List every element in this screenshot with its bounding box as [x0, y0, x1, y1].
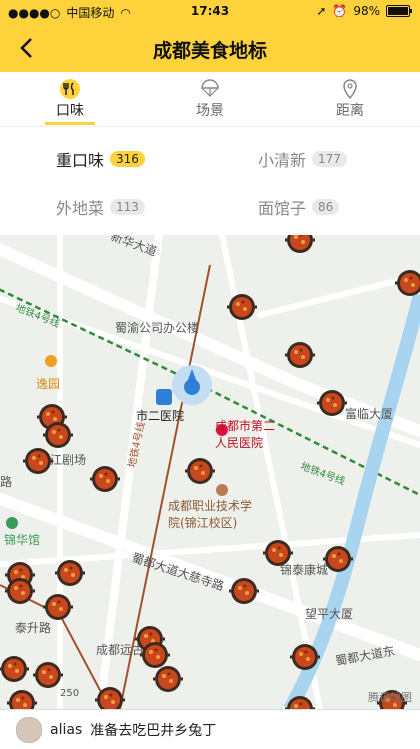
hotpot-marker-icon[interactable]	[323, 544, 353, 574]
tab-distance-label: 距离	[336, 103, 364, 119]
category-count: 177	[312, 151, 347, 167]
activity-user: alias	[50, 721, 83, 738]
hotpot-marker-icon[interactable]	[285, 694, 315, 709]
location-arrow-icon: ➚	[316, 4, 327, 18]
hotpot-marker-icon[interactable]	[23, 446, 53, 476]
hotpot-marker-icon[interactable]	[285, 340, 315, 370]
category-label: 外地菜	[56, 199, 105, 218]
hotpot-marker-icon[interactable]	[7, 688, 37, 709]
hotpot-marker-icon[interactable]	[229, 576, 259, 606]
map-label-poi: 成都市第二人民医院	[215, 419, 276, 450]
map-label-poi: 成都职业技术学院(锦江校区)	[168, 499, 253, 530]
utensils-icon	[0, 78, 140, 100]
category-outside-cuisine[interactable]: 外地菜 113	[56, 195, 145, 219]
category-fresh[interactable]: 小清新 177	[258, 147, 347, 171]
hotpot-marker-icon[interactable]	[43, 592, 73, 622]
location-pin-icon	[280, 78, 420, 100]
hotpot-marker-icon[interactable]	[0, 654, 29, 684]
hotpot-marker-icon[interactable]	[290, 642, 320, 672]
hotpot-marker-icon[interactable]	[95, 685, 125, 709]
tab-scene[interactable]: 场景	[140, 78, 280, 120]
hotpot-marker-icon[interactable]	[153, 664, 183, 694]
map-label-poi: 江剧场	[50, 453, 87, 467]
battery-fill	[388, 7, 408, 15]
tab-taste[interactable]: 口味	[0, 78, 140, 120]
alarm-icon: ⏰	[332, 4, 348, 18]
category-count: 113	[110, 199, 145, 215]
activity-bar[interactable]: alias 准备去吃巴井乡兔丁	[0, 709, 420, 749]
map-label-poi: 逸园	[36, 377, 61, 391]
battery-text: 98%	[353, 4, 380, 18]
activity-text: 准备去吃巴井乡兔丁	[90, 722, 217, 739]
hotpot-marker-icon[interactable]	[317, 388, 347, 418]
tab-underline	[45, 122, 95, 125]
status-bar: ●●●●○ 中国移动 ◠ 17:43 ➚ ⏰ 98%	[0, 0, 420, 24]
battery-icon	[386, 5, 412, 17]
category-panel: 重口味 316 小清新 177 外地菜 113 面馆子 86	[0, 127, 420, 235]
hotpot-marker-icon[interactable]	[55, 558, 85, 588]
hotpot-marker-icon[interactable]	[33, 660, 63, 690]
hotpot-marker-icon[interactable]	[395, 268, 420, 298]
map-scale: 250	[60, 688, 80, 699]
status-right: ➚ ⏰ 98%	[316, 4, 412, 18]
tab-taste-label: 口味	[56, 103, 84, 119]
hotpot-marker-icon[interactable]	[285, 235, 315, 255]
category-label: 重口味	[56, 151, 105, 170]
map-label-poi: 富临大厦	[345, 407, 394, 421]
nav-bar: 成都美食地标	[0, 24, 420, 72]
hotpot-marker-icon[interactable]	[227, 292, 257, 322]
avatar	[16, 716, 42, 743]
map-label-poi: 锦华馆	[4, 533, 41, 547]
hotpot-marker-icon[interactable]	[90, 464, 120, 494]
map-credit: 腾讯地图	[368, 691, 412, 704]
page-title: 成都美食地标	[152, 40, 267, 62]
hotpot-marker-icon[interactable]	[5, 576, 35, 606]
parachute-icon	[140, 78, 280, 100]
hotpot-marker-icon[interactable]	[263, 538, 293, 568]
hotpot-marker-icon[interactable]	[185, 456, 215, 486]
map-label-poi: 市二医院	[136, 409, 185, 423]
tab-distance[interactable]: 距离	[280, 78, 420, 120]
category-count: 316	[110, 151, 145, 167]
category-label: 面馆子	[258, 199, 307, 218]
tab-scene-label: 场景	[196, 103, 224, 119]
category-label: 小清新	[258, 151, 307, 170]
category-count: 86	[312, 199, 340, 215]
category-noodle-shop[interactable]: 面馆子 86	[258, 195, 340, 219]
map-label-road: 路	[0, 475, 13, 489]
tab-bar: 口味 场景 距离	[0, 72, 420, 127]
map-label-poi: 望平大厦	[305, 607, 354, 621]
category-heavy-taste[interactable]: 重口味 316	[56, 147, 145, 171]
map-label-poi: 蜀渝公司办公楼	[115, 321, 200, 335]
map-view[interactable]: 新华大道 地铁4号线 地铁4号线 地铁4号线 蜀渝公司办公楼 逸园 市二医院 江…	[0, 235, 420, 709]
